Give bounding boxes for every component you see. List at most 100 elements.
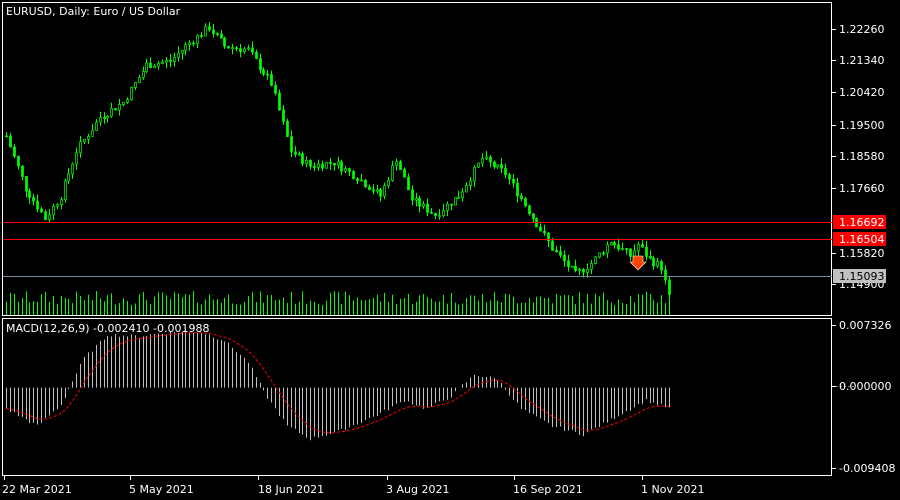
candle-body[interactable] (500, 164, 503, 169)
candle-body[interactable] (64, 180, 67, 200)
candle-body[interactable] (465, 185, 468, 193)
candle-body[interactable] (21, 165, 24, 177)
candle-body[interactable] (71, 163, 74, 175)
candle-body[interactable] (208, 26, 211, 31)
candle-body[interactable] (106, 115, 109, 119)
candle-body[interactable] (477, 162, 480, 168)
candle-body[interactable] (321, 163, 324, 169)
candle-body[interactable] (216, 33, 219, 35)
candle-body[interactable] (520, 195, 523, 199)
candle-body[interactable] (602, 252, 605, 255)
candle-body[interactable] (79, 141, 82, 154)
candle-body[interactable] (360, 179, 363, 182)
candle-body[interactable] (438, 215, 441, 217)
candle-body[interactable] (290, 136, 293, 153)
candle-body[interactable] (516, 182, 519, 197)
candle-body[interactable] (528, 205, 531, 215)
candle-body[interactable] (145, 62, 148, 72)
candle-body[interactable] (52, 205, 55, 216)
candles[interactable] (5, 22, 671, 300)
candle-body[interactable] (294, 151, 297, 155)
candle-body[interactable] (313, 165, 316, 168)
candle-body[interactable] (578, 269, 581, 271)
candle-body[interactable] (376, 189, 379, 192)
candle-body[interactable] (485, 156, 488, 159)
candle-body[interactable] (200, 35, 203, 37)
candle-body[interactable] (192, 42, 195, 45)
candle-body[interactable] (177, 52, 180, 58)
candle-body[interactable] (157, 63, 160, 67)
chart-window[interactable]: 1.22260 1.21340 1.20420 1.19500 1.18580 … (0, 0, 900, 500)
candle-body[interactable] (169, 59, 172, 62)
candle-body[interactable] (508, 174, 511, 180)
candle-body[interactable] (387, 180, 390, 186)
candle-body[interactable] (446, 203, 449, 211)
sell-arrow-icon[interactable] (629, 255, 647, 271)
candle-body[interactable] (212, 29, 215, 34)
candle-body[interactable] (617, 244, 620, 250)
candle-body[interactable] (629, 248, 632, 257)
candle-body[interactable] (512, 178, 515, 184)
candle-body[interactable] (415, 197, 418, 201)
candle-body[interactable] (450, 203, 453, 206)
candle-body[interactable] (532, 213, 535, 219)
candle-body[interactable] (255, 51, 258, 59)
candle-body[interactable] (481, 158, 484, 164)
candle-body[interactable] (114, 108, 117, 111)
candle-body[interactable] (590, 263, 593, 270)
candle-body[interactable] (266, 73, 269, 76)
candle-body[interactable] (606, 244, 609, 254)
candle-body[interactable] (656, 261, 659, 267)
candle-body[interactable] (301, 153, 304, 164)
candle-body[interactable] (184, 44, 187, 51)
candle-body[interactable] (325, 162, 328, 169)
candle-body[interactable] (110, 108, 113, 117)
candle-body[interactable] (188, 42, 191, 46)
candle-body[interactable] (17, 155, 20, 167)
candle-body[interactable] (574, 265, 577, 271)
candle-body[interactable] (247, 47, 250, 50)
candle-body[interactable] (44, 211, 47, 220)
candle-body[interactable] (473, 166, 476, 182)
candle-body[interactable] (582, 269, 585, 273)
candle-body[interactable] (251, 47, 254, 53)
candle-body[interactable] (586, 268, 589, 273)
candle-body[interactable] (138, 77, 141, 83)
candle-body[interactable] (559, 251, 562, 256)
candle-body[interactable] (340, 161, 343, 172)
candle-body[interactable] (48, 214, 51, 220)
candle-body[interactable] (274, 85, 277, 94)
candle-body[interactable] (633, 250, 636, 257)
candle-body[interactable] (364, 179, 367, 188)
candle-body[interactable] (664, 269, 667, 281)
candle-body[interactable] (348, 168, 351, 172)
candle-body[interactable] (173, 56, 176, 62)
candle-body[interactable] (220, 33, 223, 39)
candle-body[interactable] (352, 171, 355, 180)
candle-body[interactable] (25, 176, 28, 192)
candle-body[interactable] (134, 82, 137, 88)
candle-body[interactable] (95, 121, 98, 131)
candle-body[interactable] (411, 189, 414, 201)
candle-body[interactable] (227, 45, 230, 49)
candle-body[interactable] (379, 189, 382, 197)
candle-body[interactable] (60, 199, 63, 205)
candle-body[interactable] (383, 185, 386, 197)
candle-body[interactable] (395, 161, 398, 166)
candle-body[interactable] (613, 242, 616, 246)
candle-body[interactable] (99, 117, 102, 123)
candle-body[interactable] (262, 69, 265, 75)
candle-body[interactable] (91, 130, 94, 137)
candle-body[interactable] (403, 169, 406, 178)
candle-body[interactable] (231, 47, 234, 50)
candle-body[interactable] (9, 135, 12, 148)
candle-body[interactable] (40, 208, 43, 213)
candle-body[interactable] (75, 152, 78, 165)
candle-body[interactable] (87, 136, 90, 140)
candle-body[interactable] (118, 104, 121, 111)
candle-body[interactable] (333, 163, 336, 166)
candle-body[interactable] (13, 146, 16, 157)
candle-body[interactable] (543, 230, 546, 234)
candle-body[interactable] (430, 211, 433, 214)
candle-body[interactable] (598, 252, 601, 258)
